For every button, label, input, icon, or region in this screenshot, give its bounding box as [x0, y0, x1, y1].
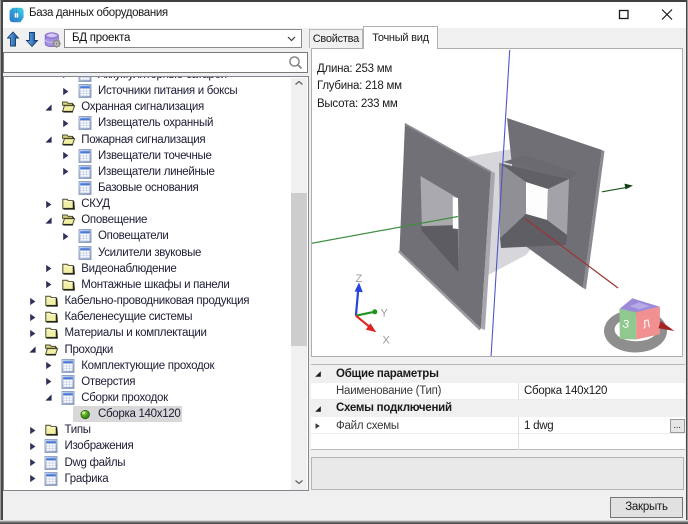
- svg-text:Y: Y: [381, 308, 389, 320]
- svg-text:Z: Z: [356, 273, 363, 285]
- svg-text:X: X: [383, 335, 391, 347]
